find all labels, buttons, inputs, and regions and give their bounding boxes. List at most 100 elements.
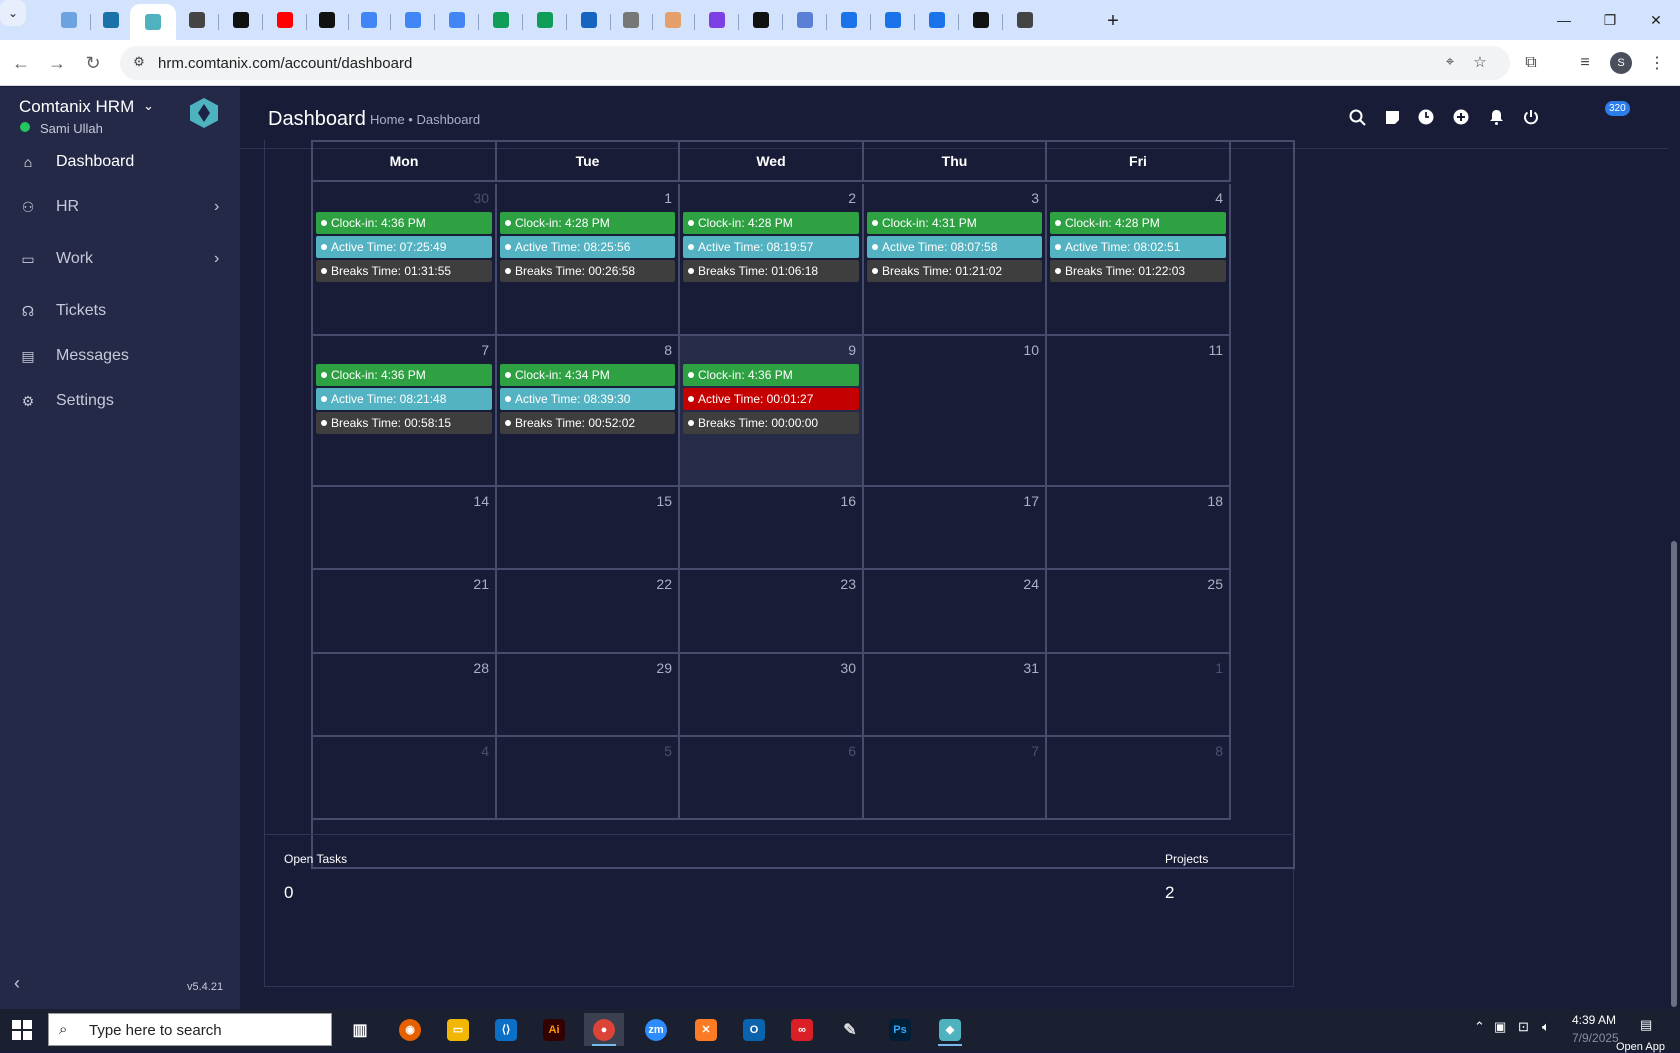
pen-tool-icon[interactable]: ✎ <box>830 1013 870 1046</box>
browser-tab[interactable] <box>314 7 340 33</box>
open-app-label[interactable]: Open App <box>1616 1041 1665 1053</box>
forward-button[interactable]: → <box>44 50 70 76</box>
hrm-app-icon[interactable]: ◆ <box>930 1013 970 1046</box>
calendar-day[interactable]: 2 Clock-in: 4:28 PM Active Time: 08:19:57 B… <box>680 184 864 336</box>
taskbar-clock-date[interactable]: 7/9/2025 <box>1572 1031 1619 1045</box>
breaks-time-event[interactable]: Breaks Time: 00:00:00 <box>683 412 859 434</box>
active-time-event[interactable]: Active Time: 08:25:56 <box>500 236 675 258</box>
active-time-event[interactable]: Active Time: 08:39:30 <box>500 388 675 410</box>
task-view-icon[interactable]: ▥ <box>340 1013 380 1046</box>
notification-center-icon[interactable]: ▤ <box>1640 1017 1652 1033</box>
calendar-day[interactable]: 14 <box>313 487 497 570</box>
browser-tab[interactable] <box>130 4 176 40</box>
browser-tab[interactable] <box>836 7 862 33</box>
file-explorer-icon[interactable]: ▭ <box>438 1013 478 1046</box>
new-tab-button[interactable]: + <box>1100 8 1126 34</box>
xampp-icon[interactable]: ✕ <box>686 1013 726 1046</box>
browser-tab[interactable] <box>228 7 254 33</box>
notes-icon[interactable] <box>1380 105 1404 129</box>
browser-tab[interactable] <box>488 7 514 33</box>
zoom-icon[interactable]: zm <box>636 1013 676 1046</box>
calendar-day[interactable]: 29 <box>497 654 680 737</box>
browser-menu-icon[interactable]: ⋮ <box>1644 50 1670 76</box>
vscode-icon[interactable]: ⟨⟩ <box>486 1013 526 1046</box>
browser-tab[interactable] <box>98 7 124 33</box>
browser-tab[interactable] <box>792 7 818 33</box>
bookmark-star-icon[interactable]: ☆ <box>1470 53 1490 73</box>
open-tasks-value[interactable]: 0 <box>284 883 293 903</box>
location-icon[interactable]: ⌖ <box>1440 53 1460 73</box>
breaks-time-event[interactable]: Breaks Time: 01:06:18 <box>683 260 859 282</box>
calendar-day[interactable]: 8 <box>1047 737 1231 820</box>
clock-in-event[interactable]: Clock-in: 4:36 PM <box>316 364 492 386</box>
browser-tab[interactable] <box>272 7 298 33</box>
breaks-time-event[interactable]: Breaks Time: 01:22:03 <box>1050 260 1226 282</box>
clock-in-event[interactable]: Clock-in: 4:36 PM <box>683 364 859 386</box>
calendar-day[interactable]: 10 <box>864 336 1047 487</box>
breaks-time-event[interactable]: Breaks Time: 00:52:02 <box>500 412 675 434</box>
tab-search-button[interactable]: ⌄ <box>0 0 26 26</box>
calendar-day[interactable]: 5 <box>497 737 680 820</box>
browser-tab[interactable] <box>356 7 382 33</box>
calendar-day[interactable]: 30 <box>680 654 864 737</box>
calendar-day[interactable]: 21 <box>313 570 497 654</box>
active-time-event[interactable]: Active Time: 00:01:27 <box>683 388 859 410</box>
sidebar-item-settings[interactable]: ⚙ Settings <box>0 381 240 421</box>
calendar-day[interactable]: 6 <box>680 737 864 820</box>
calendar-day[interactable]: 15 <box>497 487 680 570</box>
back-button[interactable]: ← <box>8 50 34 76</box>
calendar-day[interactable]: 18 <box>1047 487 1231 570</box>
browser-tab[interactable] <box>968 7 994 33</box>
calendar-day[interactable]: 3 Clock-in: 4:31 PM Active Time: 08:07:58 B… <box>864 184 1047 336</box>
clock-in-event[interactable]: Clock-in: 4:36 PM <box>316 212 492 234</box>
creative-cloud-icon[interactable]: ∞ <box>782 1013 822 1046</box>
browser-tab[interactable] <box>660 7 686 33</box>
clock-in-event[interactable]: Clock-in: 4:28 PM <box>500 212 675 234</box>
calendar-day[interactable]: 8 Clock-in: 4:34 PM Active Time: 08:39:30 B… <box>497 336 680 487</box>
sidebar-item-tickets[interactable]: ☊ Tickets <box>0 291 240 331</box>
browser-tab[interactable] <box>880 7 906 33</box>
illustrator-icon[interactable]: Ai <box>534 1013 574 1046</box>
calendar-day[interactable]: 16 <box>680 487 864 570</box>
address-bar[interactable]: ⚙ hrm.comtanix.com/account/dashboard ⌖ ☆ <box>120 46 1510 80</box>
browser-tab[interactable] <box>56 7 82 33</box>
minimize-button[interactable]: — <box>1544 6 1584 34</box>
clock-in-event[interactable]: Clock-in: 4:28 PM <box>1050 212 1226 234</box>
browser-tab[interactable] <box>444 7 470 33</box>
calendar-day[interactable]: 25 <box>1047 570 1231 654</box>
chevron-up-icon[interactable]: ⌃ <box>1474 1019 1485 1035</box>
chrome-icon[interactable]: ● <box>584 1013 624 1046</box>
firefox-icon[interactable]: ◉ <box>390 1013 430 1046</box>
browser-tab[interactable] <box>1012 7 1038 33</box>
browser-tab[interactable] <box>532 7 558 33</box>
reload-button[interactable]: ↻ <box>80 50 106 76</box>
active-time-event[interactable]: Active Time: 08:19:57 <box>683 236 859 258</box>
collapse-sidebar-icon[interactable]: ‹ <box>14 973 20 994</box>
taskbar-clock-time[interactable]: 4:39 AM <box>1572 1013 1616 1027</box>
network-icon[interactable]: ⊡ <box>1518 1019 1529 1035</box>
browser-tab[interactable] <box>576 7 602 33</box>
calendar-day[interactable]: 7 <box>864 737 1047 820</box>
media-control-icon[interactable]: ≡ <box>1572 50 1598 76</box>
sidebar-item-work[interactable]: ▭ Work › <box>0 239 240 279</box>
browser-tab[interactable] <box>748 7 774 33</box>
scrollbar-thumb[interactable] <box>1671 541 1677 1007</box>
profile-button[interactable]: S <box>1608 50 1634 76</box>
calendar-day[interactable]: 17 <box>864 487 1047 570</box>
clock-in-event[interactable]: Clock-in: 4:34 PM <box>500 364 675 386</box>
tray-app-icon[interactable]: ▣ <box>1494 1019 1506 1035</box>
calendar-day[interactable]: 1 <box>1047 654 1231 737</box>
clock-in-event[interactable]: Clock-in: 4:28 PM <box>683 212 859 234</box>
calendar-day[interactable]: 1 Clock-in: 4:28 PM Active Time: 08:25:56 B… <box>497 184 680 336</box>
close-window-button[interactable]: ✕ <box>1636 6 1676 34</box>
brand-name[interactable]: Comtanix HRM <box>19 97 134 117</box>
breaks-time-event[interactable]: Breaks Time: 00:58:15 <box>316 412 492 434</box>
projects-value[interactable]: 2 <box>1165 883 1174 903</box>
taskbar-search-box[interactable]: ⌕ Type here to search <box>48 1013 332 1046</box>
photoshop-icon[interactable]: Ps <box>880 1013 920 1046</box>
sidebar-item-dashboard[interactable]: ⌂ Dashboard <box>0 142 240 182</box>
active-time-event[interactable]: Active Time: 08:02:51 <box>1050 236 1226 258</box>
active-time-event[interactable]: Active Time: 08:21:48 <box>316 388 492 410</box>
url-text[interactable]: hrm.comtanix.com/account/dashboard <box>158 55 412 72</box>
volume-icon[interactable]: 🔈︎ <box>1542 1019 1550 1035</box>
